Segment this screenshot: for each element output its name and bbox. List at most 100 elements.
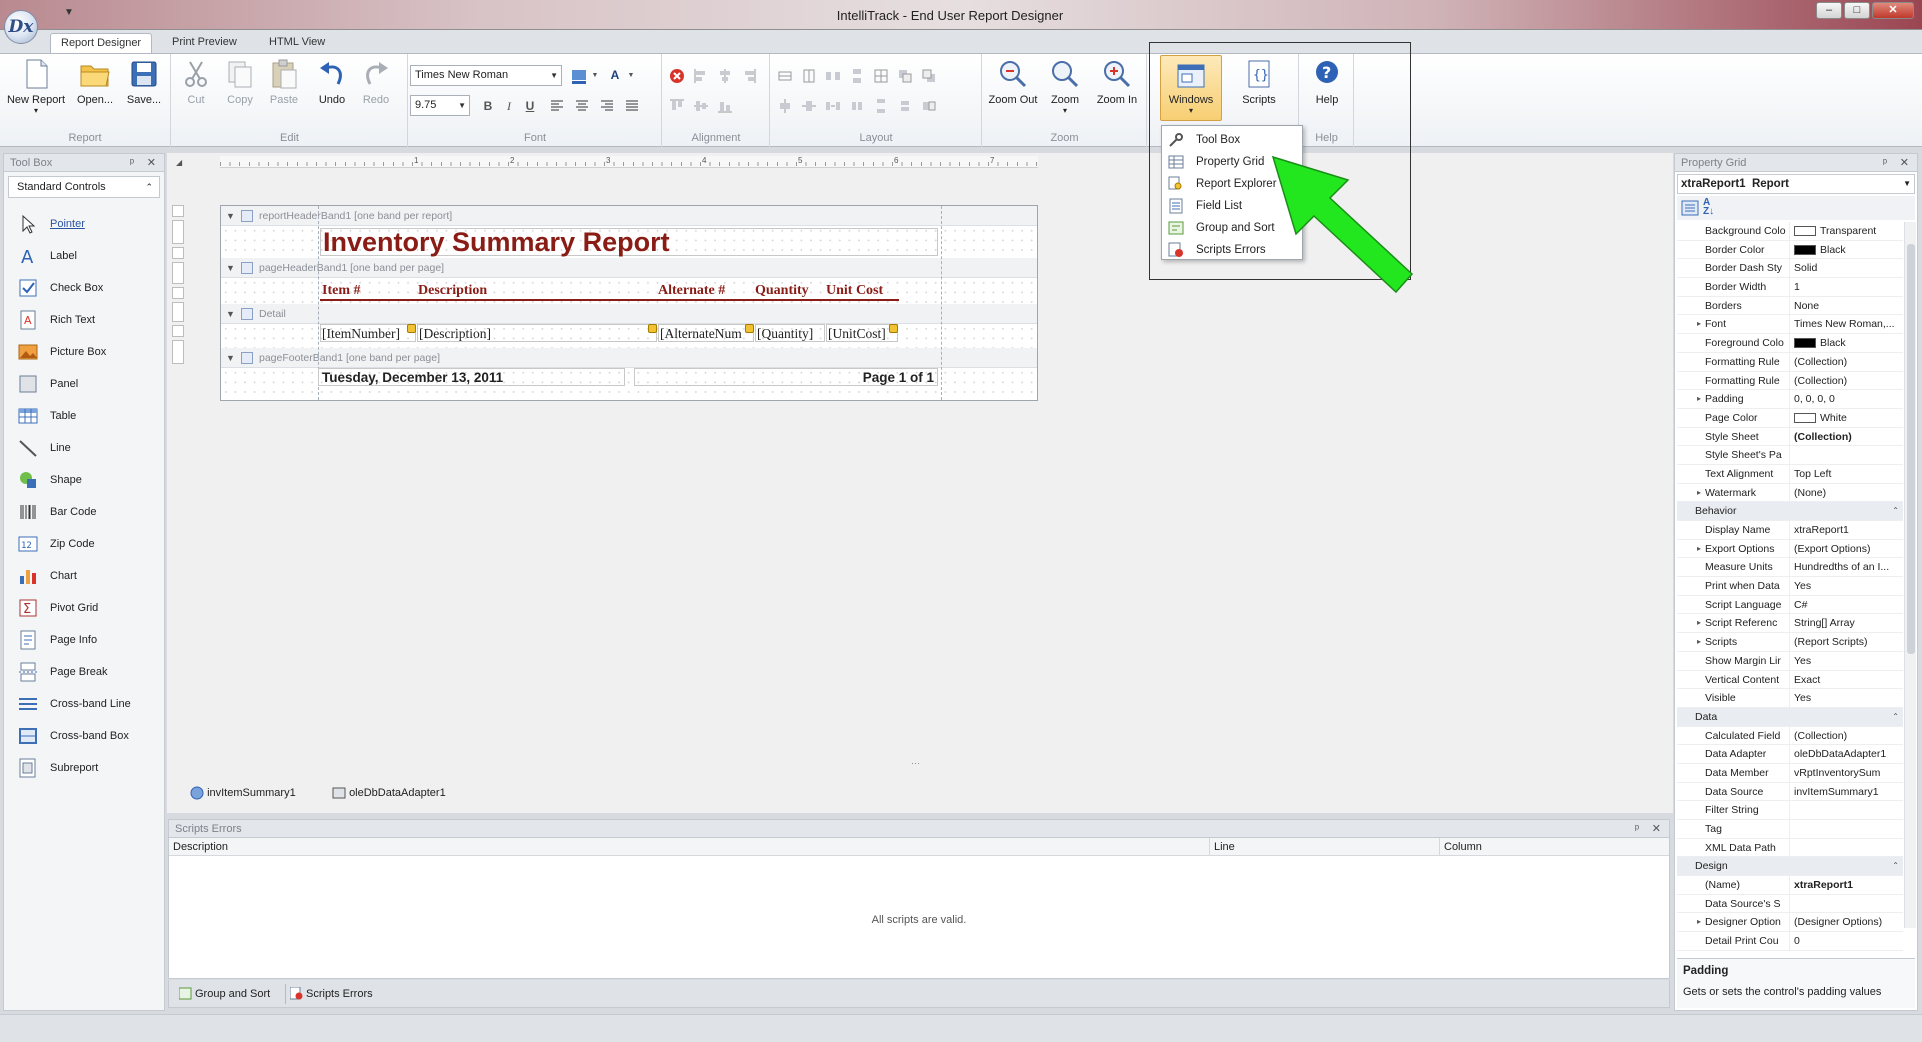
property-value-cell[interactable]: (Designer Options)	[1789, 913, 1903, 932]
footer-date-info[interactable]: Tuesday, December 13, 2011	[318, 368, 625, 386]
property-value-cell[interactable]: oleDbDataAdapter1	[1789, 745, 1903, 764]
tool-table[interactable]: Table	[18, 404, 76, 428]
open-button[interactable]: Open...	[72, 58, 118, 106]
tool-pivot-grid[interactable]: Σ Pivot Grid	[18, 596, 98, 620]
tool-check-box[interactable]: Check Box	[18, 276, 103, 300]
layout-h-spacing-icon[interactable]	[825, 68, 841, 84]
tool-pointer[interactable]: Pointer	[18, 212, 85, 236]
field-smart-tag-icon[interactable]	[889, 324, 898, 333]
property-value-cell[interactable]: (Report Scripts)	[1789, 633, 1903, 652]
property-value-cell[interactable]: Solid	[1789, 259, 1903, 278]
tab-group-and-sort[interactable]: Group and Sort	[175, 984, 276, 1004]
property-row[interactable]: Display Name xtraReport1	[1677, 521, 1903, 540]
close-panel-icon[interactable]: ✕	[1652, 820, 1661, 838]
property-value-cell[interactable]: Yes	[1789, 689, 1903, 708]
redo-button[interactable]: Redo	[356, 58, 396, 106]
object-selector[interactable]: xtraReport1 Report ▼	[1677, 174, 1915, 194]
align-left-icon[interactable]	[549, 98, 565, 114]
justify-icon[interactable]	[624, 98, 640, 114]
align-tops-icon[interactable]	[669, 98, 685, 114]
property-category[interactable]: Design ⌃	[1677, 857, 1903, 877]
tool-subreport[interactable]: Subreport	[18, 756, 98, 780]
property-row[interactable]: Style Sheet (Collection)	[1677, 427, 1903, 447]
property-row[interactable]: ▸ Script Referenc String[] Array	[1677, 614, 1903, 634]
property-row[interactable]: Visible Yes	[1677, 689, 1903, 708]
tool-cross-band-box[interactable]: Cross-band Box	[18, 724, 129, 748]
align-center-icon[interactable]	[574, 98, 590, 114]
new-report-button[interactable]: New Report ▾	[6, 58, 66, 115]
align-rights-icon[interactable]	[741, 68, 757, 84]
align-middles-icon[interactable]	[693, 98, 709, 114]
field-unit-cost[interactable]: [UnitCost]	[826, 324, 898, 342]
band-collapse-icon[interactable]: ▼	[226, 206, 235, 226]
band-page-header[interactable]: ▼ pageHeaderBand1 [one band per page]	[221, 258, 1037, 278]
undo-button[interactable]: Undo	[312, 58, 352, 106]
property-value-cell[interactable]: (None)	[1789, 483, 1903, 502]
layout-v-spacing-icon[interactable]	[849, 68, 865, 84]
highlight-dropdown-icon[interactable]: ▼	[587, 68, 603, 84]
footer-page-info[interactable]: Page 1 of 1	[634, 368, 938, 386]
property-value-cell[interactable]: (Collection)	[1789, 352, 1903, 371]
property-value-cell[interactable]	[1789, 894, 1903, 913]
band-marker[interactable]	[172, 262, 184, 284]
property-value-cell[interactable]: 1	[1789, 278, 1903, 297]
layout-increase-h-icon[interactable]	[825, 98, 841, 114]
layout-grid-icon[interactable]	[873, 68, 889, 84]
property-row[interactable]: Vertical Content Exact	[1677, 670, 1903, 690]
layout-remove-spacing-icon[interactable]	[921, 98, 937, 114]
tool-cross-band-line[interactable]: Cross-band Line	[18, 692, 131, 716]
tab-html-view[interactable]: HTML View	[259, 33, 335, 54]
category-collapse-icon[interactable]: ⌃	[1892, 502, 1899, 520]
field-description[interactable]: [Description]	[417, 324, 657, 342]
delete-red-icon[interactable]	[669, 68, 685, 84]
cut-button[interactable]: Cut	[176, 58, 216, 106]
copy-button[interactable]: Copy	[220, 58, 260, 106]
property-value-cell[interactable]: C#	[1789, 595, 1903, 614]
property-row[interactable]: Border Dash Sty Solid	[1677, 259, 1903, 279]
font-name-combo[interactable]: Times New Roman ▼	[410, 65, 562, 86]
property-row[interactable]: Borders None	[1677, 296, 1903, 316]
property-row[interactable]: ▸ Designer Option (Designer Options)	[1677, 913, 1903, 933]
property-row[interactable]: Text Alignment Top Left	[1677, 464, 1903, 484]
application-menu-button[interactable]: Dx	[4, 10, 38, 44]
layout-center-h-icon[interactable]	[777, 98, 793, 114]
property-row[interactable]: Page Color White	[1677, 408, 1903, 428]
property-value-cell[interactable]: 0, 0, 0, 0	[1789, 390, 1903, 409]
property-value-cell[interactable]: Hundredths of an I...	[1789, 558, 1903, 577]
property-row[interactable]: ▸ Scripts (Report Scripts)	[1677, 633, 1903, 652]
tool-rich-text[interactable]: A Rich Text	[18, 308, 95, 332]
column-header-unit-cost[interactable]: Unit Cost	[826, 282, 898, 300]
field-smart-tag-icon[interactable]	[745, 324, 754, 333]
align-bottoms-icon[interactable]	[717, 98, 733, 114]
tool-chart[interactable]: Chart	[18, 564, 77, 588]
toolbox-group-standard-controls[interactable]: Standard Controls ⌃	[8, 176, 160, 198]
layout-increase-v-icon[interactable]	[873, 98, 889, 114]
tool-shape[interactable]: Shape	[18, 468, 82, 492]
band-marker[interactable]	[172, 205, 184, 217]
property-row[interactable]: (Name) xtraReport1	[1677, 876, 1903, 895]
layout-size-height-icon[interactable]	[801, 68, 817, 84]
tab-print-preview[interactable]: Print Preview	[162, 33, 247, 54]
property-value-cell[interactable]: Yes	[1789, 577, 1903, 596]
splitter-grip-icon[interactable]: ⋯	[911, 758, 920, 769]
tool-page-info[interactable]: Page Info	[18, 628, 97, 652]
underline-button[interactable]: U	[522, 98, 538, 114]
highlight-color-icon[interactable]	[571, 68, 587, 84]
pin-icon[interactable]: ᵖ	[1883, 154, 1887, 172]
property-value-cell[interactable]: (Collection)	[1789, 726, 1903, 745]
column-header-item[interactable]: Item #	[322, 282, 414, 300]
property-value-cell[interactable]: Black	[1789, 240, 1903, 259]
categorized-view-icon[interactable]	[1681, 200, 1699, 219]
property-row[interactable]: XML Data Path	[1677, 838, 1903, 858]
property-row[interactable]: Script Language C#	[1677, 595, 1903, 615]
property-row[interactable]: ▸ Font Times New Roman,...	[1677, 315, 1903, 335]
tab-report-designer[interactable]: Report Designer	[50, 33, 153, 54]
field-item-number[interactable]: [ItemNumber]	[320, 324, 416, 342]
font-color-icon[interactable]: A	[607, 67, 623, 83]
menu-item-tool-box[interactable]: Tool Box	[1162, 129, 1302, 151]
property-row[interactable]: Background Colo Transparent	[1677, 222, 1903, 241]
layout-send-back-icon[interactable]	[921, 68, 937, 84]
column-header-alternate[interactable]: Alternate #	[658, 282, 752, 300]
property-value-cell[interactable]: Times New Roman,...	[1789, 315, 1903, 334]
scroll-thumb[interactable]	[1907, 244, 1915, 654]
